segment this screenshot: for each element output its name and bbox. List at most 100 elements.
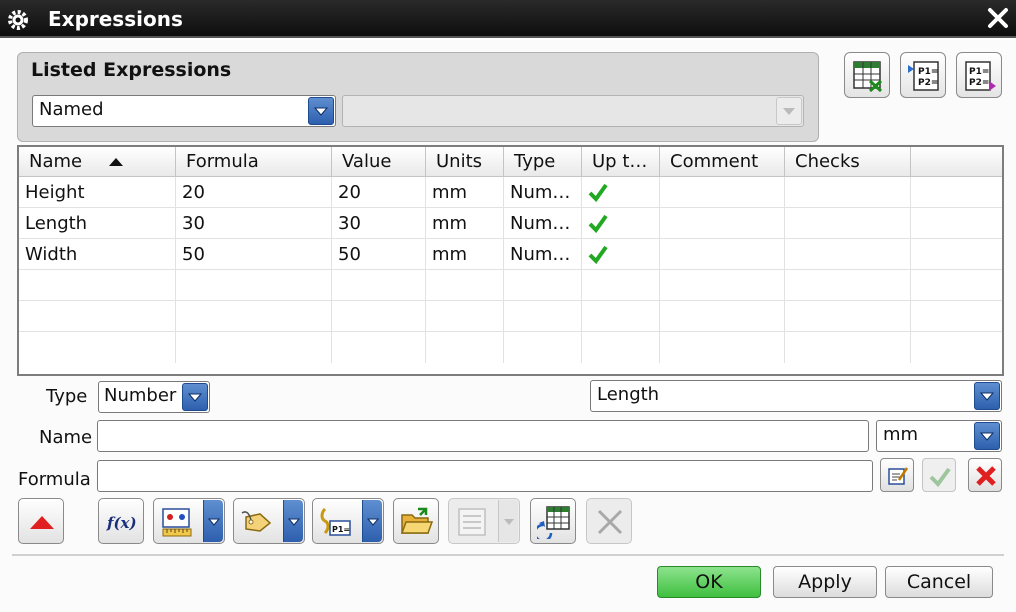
delete-button xyxy=(586,498,632,544)
collapse-up-icon xyxy=(30,516,54,529)
collapse-button[interactable] xyxy=(18,498,64,544)
chevron-down-icon[interactable] xyxy=(283,500,303,542)
cell-checks xyxy=(785,177,911,208)
sort-ascending-icon xyxy=(109,158,123,166)
refresh-spreadsheet-icon xyxy=(537,506,570,539)
column-header-label: Up t… xyxy=(592,151,648,172)
cell-units: mm xyxy=(426,239,504,270)
chevron-down-icon[interactable] xyxy=(974,382,1000,410)
listed-filter-select[interactable]: Named xyxy=(32,95,336,127)
column-header-type[interactable]: Type xyxy=(504,147,582,177)
title-bar: Expressions xyxy=(0,0,1016,38)
cancel-button[interactable]: Cancel xyxy=(885,566,993,598)
svg-text:P1=: P1= xyxy=(332,525,350,534)
cell-formula: 30 xyxy=(176,208,332,239)
formula-input[interactable] xyxy=(97,460,873,492)
column-header-label: Name xyxy=(29,151,83,172)
formula-label: Formula xyxy=(18,469,91,490)
cell-name: Height xyxy=(19,177,176,208)
units-select[interactable]: mm xyxy=(876,420,1002,452)
cell-name: Length xyxy=(19,208,176,239)
empty-row xyxy=(19,332,1002,363)
column-header-label: Value xyxy=(342,151,392,172)
cell-formula: 50 xyxy=(176,239,332,270)
table-row[interactable]: Width 50 50 mm Num… xyxy=(19,239,1002,270)
cell-checks xyxy=(785,208,911,239)
column-header-name[interactable]: Name xyxy=(19,147,176,177)
cell-value: 30 xyxy=(332,208,426,239)
column-header-units[interactable]: Units xyxy=(426,147,504,177)
import-expressions-icon: P1= P2= xyxy=(908,61,939,91)
table-row[interactable]: Height 20 20 mm Num… xyxy=(19,177,1002,208)
expressions-table[interactable]: Name Formula Value Units Type Up t… Comm… xyxy=(17,145,1004,376)
svg-text:P2=: P2= xyxy=(969,78,989,88)
cell-units: mm xyxy=(426,208,504,239)
functions-button[interactable]: f(x) xyxy=(98,498,144,544)
check-icon xyxy=(929,467,951,487)
cell-uptodate xyxy=(582,239,660,270)
cell-units: mm xyxy=(426,177,504,208)
column-header-filler xyxy=(911,147,1002,177)
type-select-value: Number xyxy=(104,385,177,406)
svg-text:f(x): f(x) xyxy=(106,514,137,532)
cell-name: Width xyxy=(19,239,176,270)
cell-type: Num… xyxy=(504,239,582,270)
chevron-down-icon[interactable] xyxy=(203,500,223,542)
list-button xyxy=(448,498,520,544)
check-icon xyxy=(588,214,608,234)
function-icon: f(x) xyxy=(106,514,137,532)
attribute-icon xyxy=(241,511,272,532)
column-header-uptodate[interactable]: Up t… xyxy=(582,147,660,177)
chevron-down-icon[interactable] xyxy=(974,422,1000,450)
spreadsheet-edit-button[interactable] xyxy=(844,52,890,98)
spreadsheet-edit-icon xyxy=(853,61,883,93)
close-icon[interactable] xyxy=(986,6,1010,30)
column-header-value[interactable]: Value xyxy=(332,147,426,177)
column-header-formula[interactable]: Formula xyxy=(176,147,332,177)
export-expressions-button[interactable]: P1= P2= xyxy=(956,52,1002,98)
ok-button[interactable]: OK xyxy=(657,566,761,598)
reject-edit-button[interactable] xyxy=(968,458,1002,492)
cell-type: Num… xyxy=(504,208,582,239)
apply-button[interactable]: Apply xyxy=(773,566,877,598)
attribute-button[interactable] xyxy=(233,498,305,544)
expressions-dialog: Listed Expressions Named P1= P2= P1= P2=… xyxy=(0,40,1016,612)
refresh-spreadsheet-button[interactable] xyxy=(530,498,576,544)
cell-comment xyxy=(660,239,785,270)
chevron-down-icon xyxy=(498,500,518,542)
column-header-label: Units xyxy=(436,151,483,172)
open-file-button[interactable] xyxy=(393,498,439,544)
dimension-select[interactable]: Length xyxy=(590,380,1002,412)
divider xyxy=(12,554,1004,556)
cell-comment xyxy=(660,177,785,208)
gear-icon[interactable] xyxy=(6,8,30,32)
edit-formula-button[interactable] xyxy=(880,458,914,492)
cell-value: 20 xyxy=(332,177,426,208)
type-select[interactable]: Number xyxy=(98,381,210,413)
name-input[interactable] xyxy=(97,420,869,452)
parameter-icon: P1= xyxy=(320,507,351,536)
column-header-checks[interactable]: Checks xyxy=(785,147,911,177)
dimension-select-value: Length xyxy=(597,384,660,405)
list-icon xyxy=(458,508,486,536)
cell-value: 50 xyxy=(332,239,426,270)
measure-button[interactable] xyxy=(153,498,225,544)
chevron-down-icon[interactable] xyxy=(308,97,334,125)
table-row[interactable]: Length 30 30 mm Num… xyxy=(19,208,1002,239)
name-label: Name xyxy=(39,427,93,448)
cell-type: Num… xyxy=(504,177,582,208)
chevron-down-icon[interactable] xyxy=(182,383,208,411)
accept-edit-button[interactable] xyxy=(922,458,956,492)
import-expressions-button[interactable]: P1= P2= xyxy=(900,52,946,98)
units-select-value: mm xyxy=(883,424,919,445)
export-expressions-icon: P1= P2= xyxy=(965,61,996,91)
chevron-down-icon[interactable] xyxy=(362,500,382,542)
type-label: Type xyxy=(46,386,88,407)
secondary-filter-select xyxy=(342,95,804,127)
cell-checks xyxy=(785,239,911,270)
column-header-label: Checks xyxy=(795,151,860,172)
measure-icon xyxy=(162,508,192,537)
column-header-comment[interactable]: Comment xyxy=(660,147,785,177)
parameter-button[interactable]: P1= xyxy=(312,498,384,544)
check-icon xyxy=(588,245,608,265)
